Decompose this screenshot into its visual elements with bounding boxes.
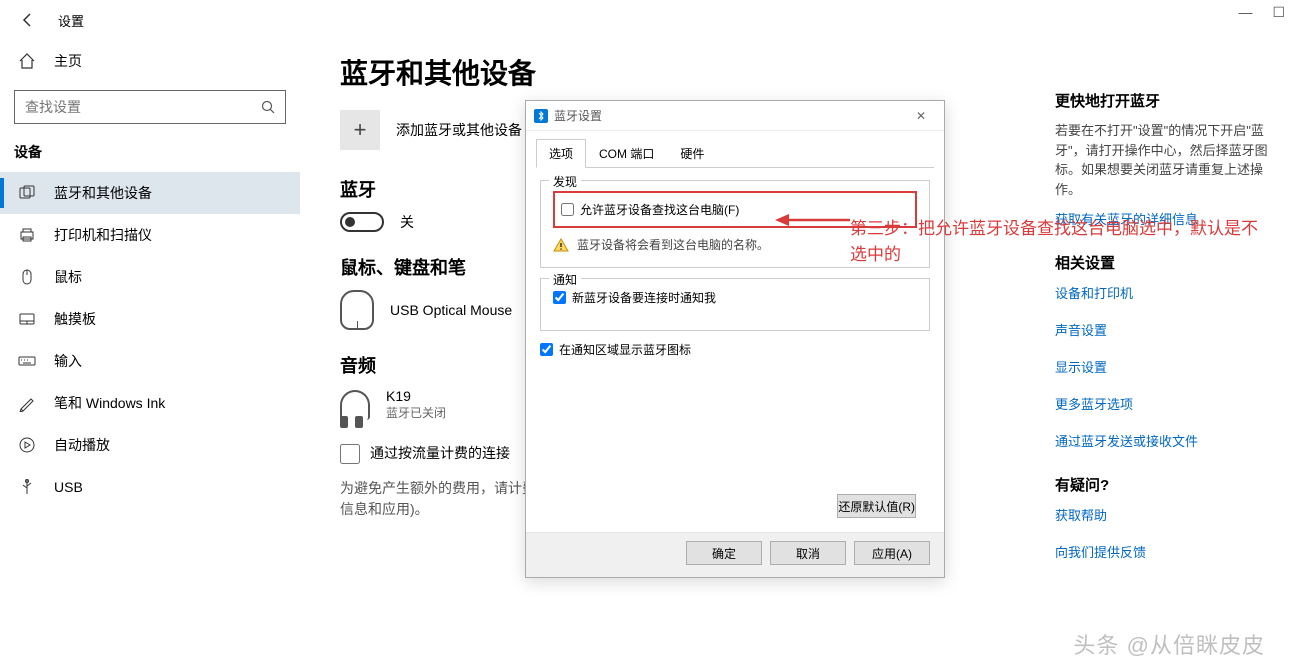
page-title: 蓝牙和其他设备 [340,52,1035,92]
window-title: 设置 [58,11,84,30]
usb-icon [18,478,36,496]
notify-connect-checkbox[interactable] [553,291,566,304]
sidebar-item-pen[interactable]: 笔和 Windows Ink [0,382,300,424]
tray-icon-label: 在通知区域显示蓝牙图标 [559,341,691,358]
mouse-icon [18,268,36,286]
bluetooth-toggle[interactable] [340,212,384,232]
minimize-button[interactable]: — [1238,4,1252,21]
tab-com-ports[interactable]: COM 端口 [586,139,667,168]
sidebar: 主页 设备 蓝牙和其他设备 打印机和扫描仪 鼠标 触摸板 输入 [0,40,300,670]
mouse-device-icon [340,290,374,330]
devices-printers-link[interactable]: 设备和打印机 [1055,283,1285,302]
sidebar-item-touchpad[interactable]: 触摸板 [0,298,300,340]
device-name: USB Optical Mouse [390,302,512,318]
window-controls: — ☐ [1238,4,1285,21]
tray-icon-checkbox[interactable] [540,343,553,356]
restore-defaults-button[interactable]: 还原默认值(R) [837,494,916,518]
autoplay-icon [18,436,36,454]
sidebar-item-usb[interactable]: USB [0,466,300,508]
watermark: 头条 @从倍眯皮皮 [1074,628,1265,660]
get-help-link[interactable]: 获取帮助 [1055,505,1285,524]
send-receive-link[interactable]: 通过蓝牙发送或接收文件 [1055,431,1285,450]
pen-icon [18,394,36,412]
add-device-button[interactable]: + [340,110,380,150]
display-settings-link[interactable]: 显示设置 [1055,357,1285,376]
dialog-tabs: 选项 COM 端口 硬件 [536,139,934,168]
close-icon[interactable]: ✕ [906,109,936,123]
home-label: 主页 [54,51,82,71]
dialog-title-text: 蓝牙设置 [554,107,602,124]
allow-find-checkbox[interactable] [561,203,574,216]
maximize-button[interactable]: ☐ [1272,4,1285,21]
discovery-group: 发现 允许蓝牙设备查找这台电脑(F) 蓝牙设备将会看到这台电脑的名称。 [540,180,930,268]
tab-options[interactable]: 选项 [536,139,586,168]
apply-button[interactable]: 应用(A) [854,541,930,565]
allow-find-highlight: 允许蓝牙设备查找这台电脑(F) [553,191,917,228]
sidebar-item-printers[interactable]: 打印机和扫描仪 [0,214,300,256]
metered-checkbox[interactable] [340,444,360,464]
bluetooth-icon [534,109,548,123]
sidebar-item-label: 打印机和扫描仪 [54,225,152,245]
feedback-link[interactable]: 向我们提供反馈 [1055,542,1285,561]
search-box[interactable] [14,90,286,124]
titlebar: 设置 [0,0,1295,40]
search-icon[interactable] [251,91,285,123]
notification-group-title: 通知 [549,271,581,288]
printer-icon [18,226,36,244]
faster-bluetooth-heading: 更快地打开蓝牙 [1055,90,1285,111]
more-bluetooth-link[interactable]: 更多蓝牙选项 [1055,394,1285,413]
touchpad-icon [18,310,36,328]
related-settings-heading: 相关设置 [1055,252,1285,273]
sidebar-item-label: 输入 [54,351,82,371]
bluetooth-state: 关 [400,212,414,232]
notification-group: 通知 新蓝牙设备要连接时通知我 [540,278,930,331]
sidebar-home[interactable]: 主页 [0,40,300,82]
headset-icon [340,390,370,420]
metered-label: 通过按流量计费的连接 [370,443,510,463]
device-name: K19 [386,388,446,404]
sidebar-item-label: 触摸板 [54,309,96,329]
discovery-group-title: 发现 [549,173,581,190]
home-icon [18,52,36,70]
warning-icon [553,237,569,253]
bluetooth-details-link[interactable]: 获取有关蓝牙的详细信息 [1055,209,1285,228]
allow-find-label: 允许蓝牙设备查找这台电脑(F) [580,201,739,218]
back-button[interactable] [12,4,44,36]
sidebar-item-mouse[interactable]: 鼠标 [0,256,300,298]
find-info-text: 蓝牙设备将会看到这台电脑的名称。 [577,236,769,253]
device-status: 蓝牙已关闭 [386,404,446,421]
notify-connect-label: 新蓝牙设备要连接时通知我 [572,289,716,306]
dialog-footer: 确定 取消 应用(A) [526,532,944,577]
sidebar-item-label: USB [54,479,83,495]
right-panel: 更快地打开蓝牙 若要在不打开"设置"的情况下开启"蓝牙"，请打开操作中心，然后择… [1055,40,1295,670]
sidebar-item-autoplay[interactable]: 自动播放 [0,424,300,466]
faster-bluetooth-text: 若要在不打开"设置"的情况下开启"蓝牙"，请打开操作中心，然后择蓝牙图标。如果想… [1055,121,1285,199]
bluetooth-settings-dialog: 蓝牙设置 ✕ 选项 COM 端口 硬件 发现 允许蓝牙设备查找这台电脑(F) 蓝… [525,100,945,578]
sidebar-item-label: 自动播放 [54,435,110,455]
sound-settings-link[interactable]: 声音设置 [1055,320,1285,339]
add-device-label: 添加蓝牙或其他设备 [396,120,522,140]
category-title: 设备 [0,138,300,172]
sidebar-item-typing[interactable]: 输入 [0,340,300,382]
cancel-button[interactable]: 取消 [770,541,846,565]
tab-hardware[interactable]: 硬件 [667,139,717,168]
ok-button[interactable]: 确定 [686,541,762,565]
sidebar-item-bluetooth[interactable]: 蓝牙和其他设备 [0,172,300,214]
keyboard-icon [18,352,36,370]
dialog-titlebar: 蓝牙设置 ✕ [526,101,944,131]
sidebar-item-label: 笔和 Windows Ink [54,393,165,413]
sidebar-item-label: 蓝牙和其他设备 [54,183,152,203]
question-heading: 有疑问? [1055,474,1285,495]
bluetooth-devices-icon [18,184,36,202]
sidebar-item-label: 鼠标 [54,267,82,287]
search-input[interactable] [15,99,251,115]
